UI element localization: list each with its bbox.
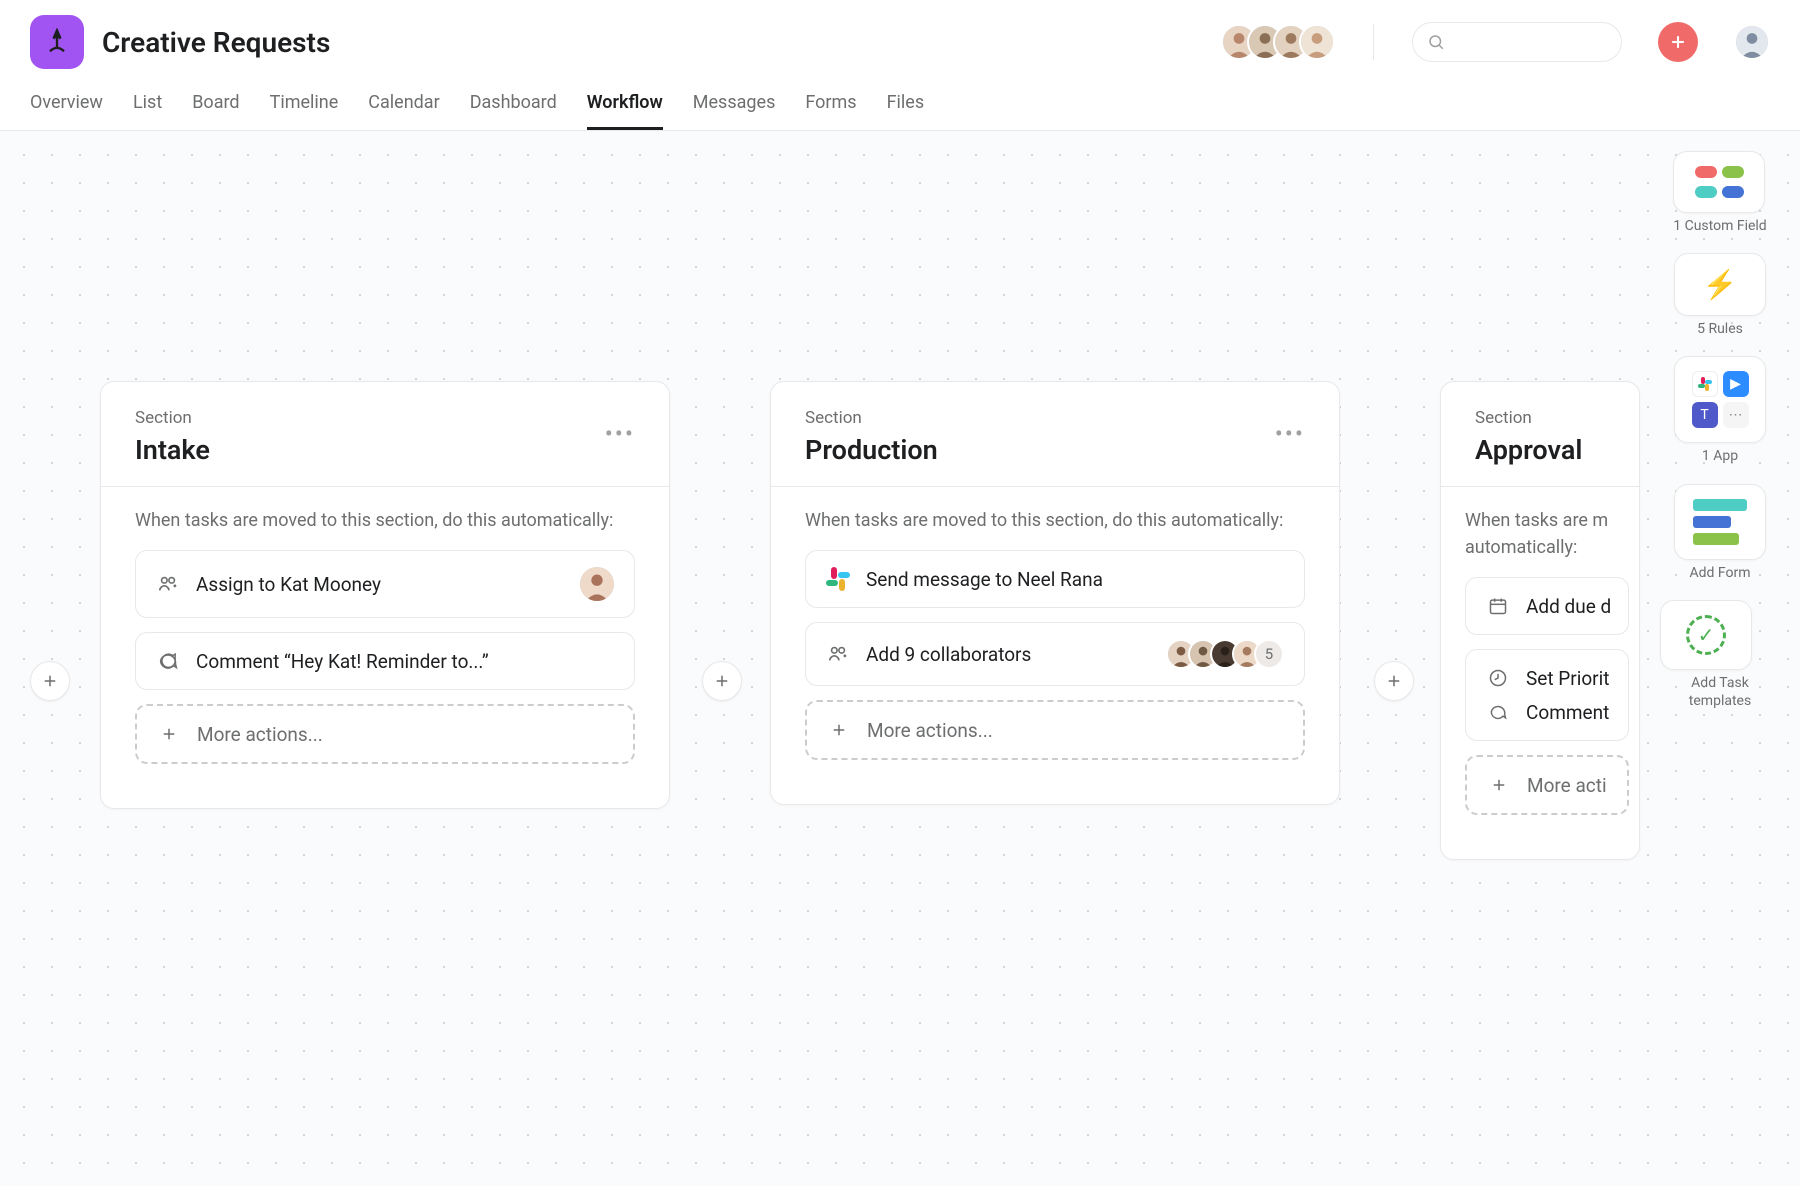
assign-icon	[156, 572, 180, 596]
rule-priority-comment[interactable]: Set Priorit Comment	[1465, 649, 1629, 741]
tool-rules[interactable]: ⚡ 5 Rules	[1674, 253, 1766, 338]
plus-icon	[827, 718, 851, 742]
search-input[interactable]	[1412, 22, 1622, 62]
rule-collaborators[interactable]: Add 9 collaborators 5	[805, 622, 1305, 686]
project-members[interactable]	[1221, 24, 1335, 60]
tab-messages[interactable]: Messages	[693, 82, 776, 130]
add-section-button[interactable]	[1374, 661, 1414, 701]
section-name: Approval	[1475, 434, 1582, 466]
collaborators-icon	[826, 642, 850, 666]
section-name: Production	[805, 434, 938, 466]
more-actions-label: More actions...	[197, 723, 323, 746]
plus-icon	[713, 672, 731, 690]
more-actions-label: More acti	[1527, 774, 1607, 797]
rule-due-date[interactable]: Add due d	[1465, 577, 1629, 635]
slack-icon	[826, 567, 850, 591]
form-icon	[1693, 499, 1747, 545]
plus-icon	[41, 672, 59, 690]
collaborator-overflow: 5	[1254, 639, 1284, 669]
tool-form[interactable]: Add Form	[1674, 484, 1766, 582]
tab-list[interactable]: List	[133, 82, 162, 130]
comment-icon	[156, 649, 180, 673]
comment-icon	[1486, 700, 1510, 724]
tool-custom-fields[interactable]: 1 Custom Field	[1673, 151, 1766, 235]
section-more-button[interactable]: •••	[605, 408, 635, 446]
calendar-icon	[1486, 594, 1510, 618]
add-button[interactable]	[1658, 22, 1698, 62]
tab-timeline[interactable]: Timeline	[270, 82, 339, 130]
current-user-avatar[interactable]	[1734, 24, 1770, 60]
search-icon	[1427, 33, 1445, 51]
priority-icon	[1486, 666, 1510, 690]
tool-rail: 1 Custom Field ⚡ 5 Rules ▶	[1660, 151, 1780, 1166]
tab-calendar[interactable]: Calendar	[368, 82, 439, 130]
section-label: Section	[135, 408, 210, 428]
section-card-approval[interactable]: Section Approval When tasks are mautomat…	[1440, 381, 1640, 860]
slack-icon	[1692, 371, 1718, 397]
tab-dashboard[interactable]: Dashboard	[470, 82, 557, 130]
project-tabs: Overview List Board Timeline Calendar Da…	[30, 82, 1770, 130]
teams-icon: T	[1692, 402, 1718, 428]
rule-text: Send message to Neel Rana	[866, 568, 1103, 591]
bolt-icon: ⚡	[1703, 268, 1738, 301]
more-actions-label: More actions...	[867, 719, 993, 742]
assignee-avatar	[580, 567, 614, 601]
project-header: Creative Requests Overview List Board Ti…	[0, 0, 1800, 131]
zoom-icon: ▶	[1723, 371, 1749, 397]
section-label: Section	[1475, 408, 1582, 428]
project-title: Creative Requests	[102, 26, 330, 59]
tab-board[interactable]: Board	[192, 82, 239, 130]
section-card-intake[interactable]: Section Intake ••• When tasks are moved …	[100, 381, 670, 809]
rule-comment[interactable]: Comment “Hey Kat! Reminder to...”	[135, 632, 635, 690]
collaborator-avatars: 5	[1166, 639, 1284, 669]
check-circle-icon: ✓	[1686, 615, 1726, 655]
tab-forms[interactable]: Forms	[805, 82, 856, 130]
more-actions-button[interactable]: More acti	[1465, 755, 1629, 815]
rule-intro: When tasks are moved to this section, do…	[805, 507, 1305, 534]
tool-apps[interactable]: ▶ T ⋯ 1 App	[1674, 356, 1766, 465]
more-actions-button[interactable]: More actions...	[805, 700, 1305, 760]
project-icon	[30, 15, 84, 69]
separator	[1373, 24, 1374, 60]
rule-intro: When tasks are moved to this section, do…	[135, 507, 635, 534]
section-more-button[interactable]: •••	[1275, 408, 1305, 446]
more-apps-icon: ⋯	[1723, 402, 1749, 428]
section-card-production[interactable]: Section Production ••• When tasks are mo…	[770, 381, 1340, 805]
section-label: Section	[805, 408, 938, 428]
workflow-canvas[interactable]: Section Intake ••• When tasks are moved …	[0, 131, 1800, 1186]
rule-intro: When tasks are mautomatically:	[1465, 507, 1629, 561]
tab-overview[interactable]: Overview	[30, 82, 103, 130]
rule-assign[interactable]: Assign to Kat Mooney	[135, 550, 635, 618]
more-actions-button[interactable]: More actions...	[135, 704, 635, 764]
rule-text: Comment	[1526, 701, 1609, 724]
rule-text: Comment “Hey Kat! Reminder to...”	[196, 650, 489, 673]
section-name: Intake	[135, 434, 210, 466]
rule-slack[interactable]: Send message to Neel Rana	[805, 550, 1305, 608]
add-section-button[interactable]	[702, 661, 742, 701]
member-avatar[interactable]	[1299, 24, 1335, 60]
rule-text: Add due d	[1526, 595, 1611, 618]
tab-workflow[interactable]: Workflow	[587, 82, 663, 130]
plus-icon	[1668, 32, 1688, 52]
rule-text: Set Priorit	[1526, 667, 1609, 690]
plus-icon	[157, 722, 181, 746]
rule-text: Assign to Kat Mooney	[196, 573, 381, 596]
tool-templates[interactable]: ✓ Add Task templates	[1660, 600, 1780, 710]
rule-text: Add 9 collaborators	[866, 643, 1031, 666]
plus-icon	[1487, 773, 1511, 797]
plus-icon	[1385, 672, 1403, 690]
add-section-button[interactable]	[30, 661, 70, 701]
tab-files[interactable]: Files	[887, 82, 925, 130]
